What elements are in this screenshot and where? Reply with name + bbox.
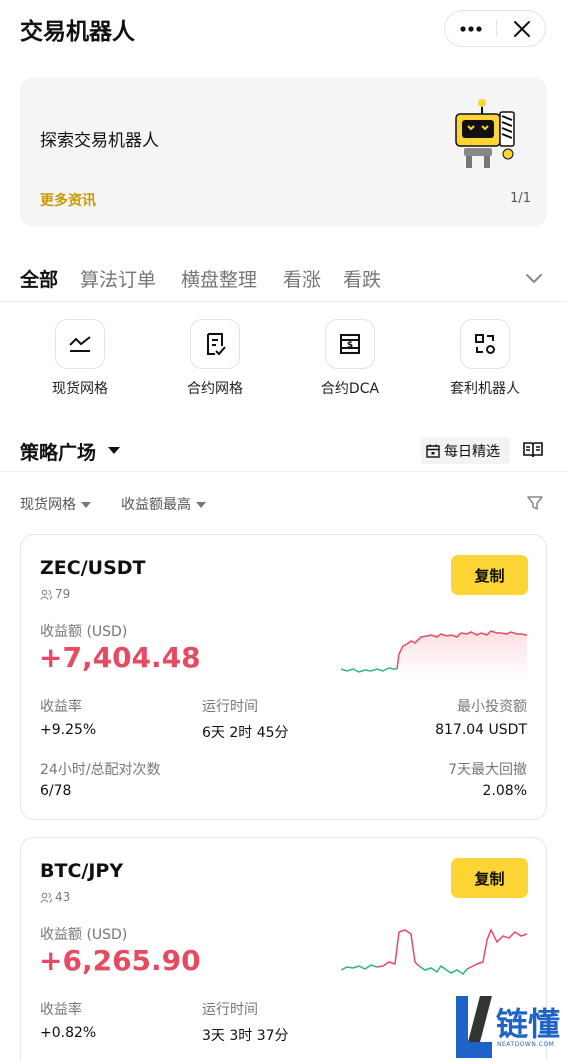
watermark-subtext: NEATDOWN.COM bbox=[497, 1041, 555, 1048]
roi-value: +0.82% bbox=[40, 1025, 97, 1041]
runtime-label: 运行时间 bbox=[202, 1002, 258, 1018]
runtime-value: 6天 2时 45分 bbox=[202, 725, 289, 741]
strategy-square-header: 策略广场 每日精选 bbox=[0, 432, 567, 472]
robot-mascot-icon bbox=[454, 98, 518, 170]
more-dots-icon[interactable] bbox=[445, 11, 496, 46]
top-bar: 交易机器人 bbox=[0, 0, 567, 58]
trading-pair: BTC/JPY bbox=[40, 860, 124, 882]
chevron-down-icon[interactable] bbox=[522, 266, 546, 290]
spot-grid-label: 现货网格 bbox=[52, 381, 108, 397]
min-invest-label: 最小投资额 bbox=[457, 699, 527, 715]
close-icon[interactable] bbox=[497, 11, 546, 46]
min-invest-value: 817.04 USDT bbox=[435, 722, 527, 738]
copier-count-value: 43 bbox=[55, 890, 71, 904]
bot-type-filter-label: 现货网格 bbox=[20, 497, 76, 513]
runtime-label: 运行时间 bbox=[202, 699, 258, 715]
tab-sideways[interactable]: 横盘整理 bbox=[181, 265, 257, 292]
pnl-value: +7,404.48 bbox=[39, 641, 201, 674]
watermark-text: 链懂 bbox=[496, 1005, 561, 1043]
tab-bearish[interactable]: 看跌 bbox=[343, 265, 381, 292]
arbitrage-bot-label: 套利机器人 bbox=[450, 381, 520, 397]
pnl-sparkline bbox=[341, 928, 528, 976]
strategy-card[interactable]: ZEC/USDT 79 复制 收益额 (USD) +7,404.48 收益率 +… bbox=[20, 534, 547, 820]
spot-grid-icon bbox=[55, 319, 105, 369]
copy-button[interactable]: 复制 bbox=[451, 555, 528, 595]
bot-type-filter[interactable]: 现货网格 bbox=[20, 494, 91, 514]
max-drawdown-label: 7天最大回撤 bbox=[448, 762, 527, 778]
svg-text:$: $ bbox=[347, 341, 353, 351]
copier-count: 79 bbox=[40, 587, 70, 601]
sort-filter-label: 收益额最高 bbox=[121, 497, 191, 513]
pnl-sparkline bbox=[341, 630, 528, 679]
mini-app-capsule bbox=[444, 10, 546, 47]
tab-bullish[interactable]: 看涨 bbox=[283, 265, 321, 292]
futures-grid-shortcut[interactable]: 合约网格 bbox=[155, 318, 275, 408]
matched-trades-value: 6/78 bbox=[40, 783, 72, 799]
daily-pick-label: 每日精选 bbox=[444, 443, 500, 460]
page-title: 交易机器人 bbox=[20, 19, 135, 45]
more-info-link[interactable]: 更多资讯 bbox=[40, 190, 96, 210]
pnl-label: 收益额 (USD) bbox=[40, 624, 128, 640]
futures-dca-shortcut[interactable]: $ 合约DCA bbox=[290, 318, 410, 408]
book-icon[interactable] bbox=[522, 440, 544, 460]
tab-all[interactable]: 全部 bbox=[20, 265, 58, 292]
filter-bar: 现货网格 收益额最高 bbox=[0, 490, 567, 520]
users-icon bbox=[40, 892, 52, 903]
banner-pager: 1/1 bbox=[510, 191, 531, 206]
trading-pair: ZEC/USDT bbox=[40, 557, 146, 579]
banner-title: 探索交易机器人 bbox=[40, 131, 159, 151]
matched-trades-label: 24小时/总配对次数 bbox=[40, 762, 161, 778]
roi-label: 收益率 bbox=[40, 1002, 82, 1018]
sort-filter[interactable]: 收益额最高 bbox=[121, 494, 206, 514]
watermark-logo: 链懂 NEATDOWN.COM bbox=[452, 993, 567, 1061]
futures-dca-icon: $ bbox=[325, 319, 375, 369]
copy-button[interactable]: 复制 bbox=[451, 858, 528, 898]
funnel-filter-icon[interactable] bbox=[526, 494, 544, 512]
copier-count-value: 79 bbox=[55, 587, 71, 601]
roi-label: 收益率 bbox=[40, 699, 82, 715]
explore-banner[interactable]: 探索交易机器人 更多资讯 1/1 bbox=[20, 78, 547, 226]
calendar-icon bbox=[426, 444, 440, 458]
caret-down-icon[interactable] bbox=[108, 447, 120, 454]
users-icon bbox=[40, 589, 52, 600]
futures-dca-label: 合约DCA bbox=[320, 381, 380, 397]
strategy-square-title[interactable]: 策略广场 bbox=[20, 438, 96, 465]
arbitrage-bot-shortcut[interactable]: 套利机器人 bbox=[425, 318, 545, 408]
category-tabs: 全部 算法订单 横盘整理 看涨 看跌 bbox=[0, 258, 567, 302]
max-drawdown-value: 2.08% bbox=[482, 783, 527, 799]
pnl-label: 收益额 (USD) bbox=[40, 927, 128, 943]
arbitrage-bot-icon bbox=[460, 319, 510, 369]
futures-grid-icon bbox=[190, 319, 240, 369]
futures-grid-label: 合约网格 bbox=[187, 381, 243, 397]
caret-down-icon bbox=[196, 502, 206, 508]
copier-count: 43 bbox=[40, 890, 70, 904]
daily-pick-button[interactable]: 每日精选 bbox=[421, 437, 510, 464]
spot-grid-shortcut[interactable]: 现货网格 bbox=[20, 318, 140, 408]
roi-value: +9.25% bbox=[40, 722, 97, 738]
tab-algo-orders[interactable]: 算法订单 bbox=[80, 265, 156, 292]
bot-type-shortcuts: 现货网格 合约网格 $ 合约DCA 套利机器人 bbox=[0, 318, 567, 408]
runtime-value: 3天 3时 37分 bbox=[202, 1028, 289, 1044]
pnl-value: +6,265.90 bbox=[39, 944, 201, 977]
caret-down-icon bbox=[81, 502, 91, 508]
